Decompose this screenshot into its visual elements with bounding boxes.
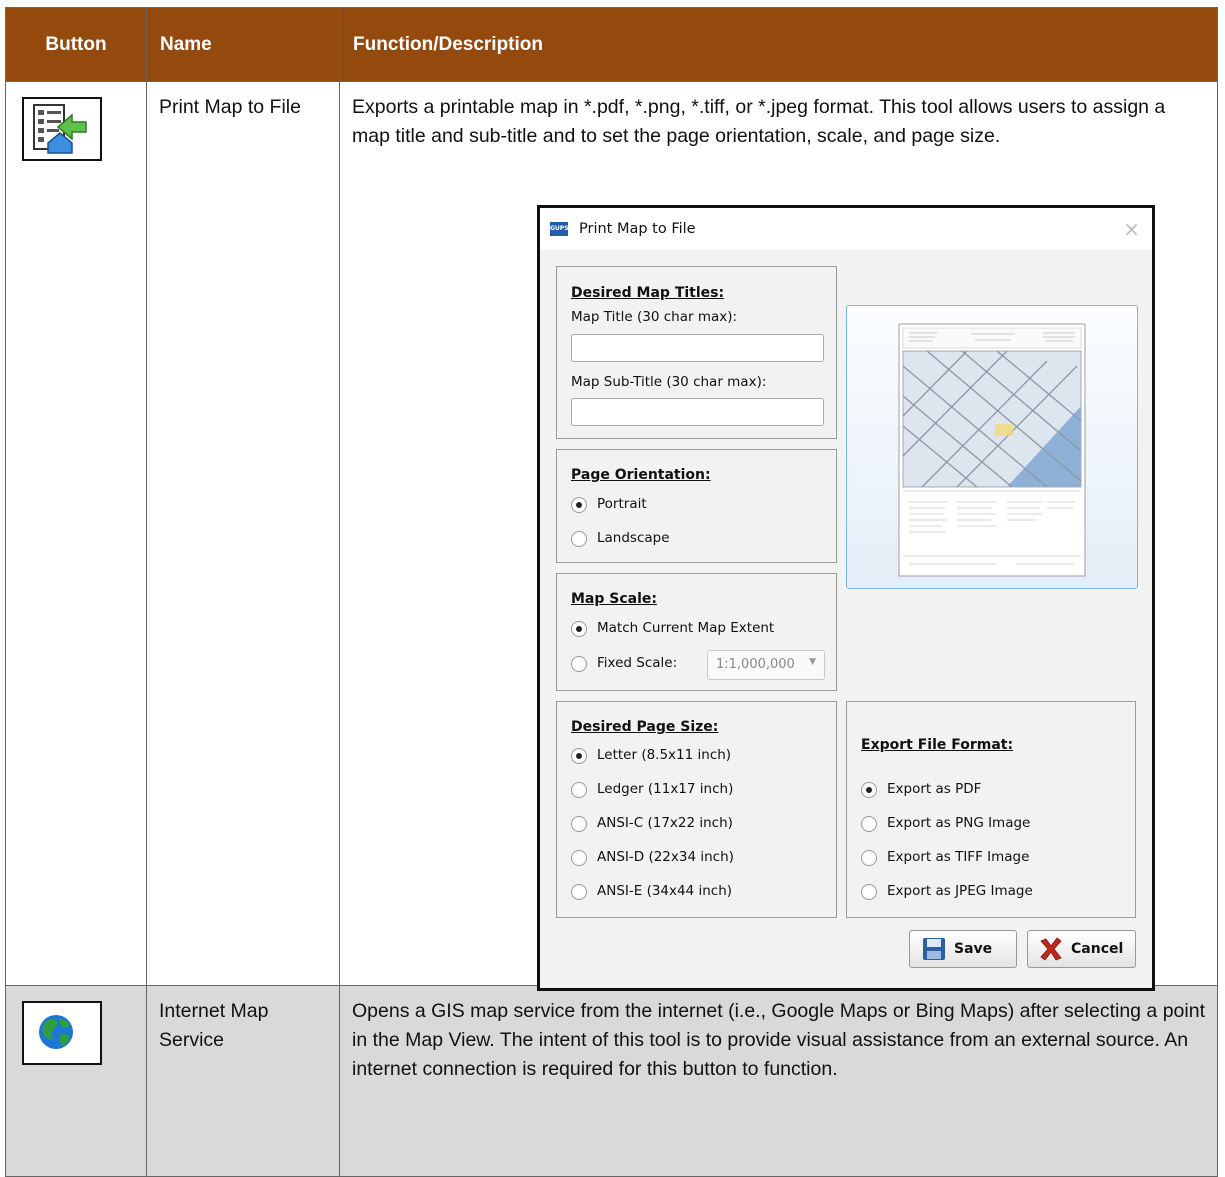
- match-extent-radio[interactable]: [571, 621, 587, 637]
- export-pdf-radio[interactable]: [861, 782, 877, 798]
- map-scale-heading: Map Scale:: [571, 591, 657, 607]
- map-subtitle-input[interactable]: [571, 398, 824, 426]
- letter-label: Letter (8.5x11 inch): [597, 747, 732, 763]
- export-format-heading: Export File Format:: [861, 737, 1014, 753]
- fixed-scale-value: 1:1,000,000: [716, 657, 795, 672]
- ansi-e-radio[interactable]: [571, 884, 587, 900]
- fixed-scale-select[interactable]: 1:1,000,000 ▼: [707, 650, 825, 680]
- table-header-row: Button Name Function/Description: [5, 7, 1218, 82]
- header-name: Name: [146, 7, 340, 82]
- ansi-d-label: ANSI-D (22x34 inch): [597, 849, 734, 865]
- globe-icon: [22, 1001, 102, 1065]
- letter-radio[interactable]: [571, 748, 587, 764]
- dialog-titlebar: GUPS Print Map to File ×: [540, 208, 1152, 250]
- floppy-disk-icon: [923, 938, 945, 960]
- map-title-label: Map Title (30 char max):: [571, 309, 738, 325]
- page-orientation-group: Page Orientation: Portrait Landscape: [556, 449, 837, 563]
- dialog-title: Print Map to File: [579, 221, 696, 237]
- app-logo-icon: GUPS: [550, 222, 569, 236]
- header-button: Button: [5, 7, 147, 82]
- export-tiff-radio[interactable]: [861, 850, 877, 866]
- map-preview: [846, 305, 1138, 589]
- print-map-dialog: GUPS Print Map to File × Desired Map Tit…: [537, 205, 1155, 991]
- header-description: Function/Description: [339, 7, 1218, 82]
- export-tiff-label: Export as TIFF Image: [887, 849, 1030, 865]
- map-titles-group: Desired Map Titles: Map Title (30 char m…: [556, 266, 837, 439]
- button-cell: [5, 985, 147, 1177]
- chevron-down-icon: ▼: [809, 657, 816, 667]
- page-size-group: Desired Page Size: Letter (8.5x11 inch) …: [556, 701, 837, 918]
- cancel-label: Cancel: [1071, 941, 1124, 957]
- close-icon[interactable]: ×: [1123, 217, 1140, 241]
- landscape-label: Landscape: [597, 530, 670, 546]
- export-png-label: Export as PNG Image: [887, 815, 1031, 831]
- map-title-input[interactable]: [571, 334, 824, 362]
- tool-description: Opens a GIS map service from the interne…: [339, 985, 1218, 1177]
- cancel-button[interactable]: Cancel: [1027, 930, 1136, 968]
- fixed-scale-radio[interactable]: [571, 656, 587, 672]
- portrait-label: Portrait: [597, 496, 647, 512]
- tool-name: Internet Map Service: [146, 985, 340, 1177]
- ansi-c-label: ANSI-C (17x22 inch): [597, 815, 733, 831]
- export-png-radio[interactable]: [861, 816, 877, 832]
- match-extent-label: Match Current Map Extent: [597, 620, 775, 636]
- page-size-heading: Desired Page Size:: [571, 719, 719, 735]
- page-orientation-heading: Page Orientation:: [571, 467, 711, 483]
- tool-description: Exports a printable map in *.pdf, *.png,…: [352, 96, 1166, 147]
- ansi-e-label: ANSI-E (34x44 inch): [597, 883, 733, 899]
- cancel-x-icon: [1040, 937, 1062, 961]
- map-titles-heading: Desired Map Titles:: [571, 285, 725, 301]
- save-button[interactable]: Save: [909, 930, 1017, 968]
- map-preview-image: [898, 323, 1086, 577]
- print-map-to-file-icon: [22, 97, 102, 161]
- export-jpeg-label: Export as JPEG Image: [887, 883, 1033, 899]
- export-format-group: Export File Format: Export as PDF Export…: [846, 701, 1136, 918]
- map-scale-group: Map Scale: Match Current Map Extent Fixe…: [556, 573, 837, 691]
- save-label: Save: [954, 941, 993, 957]
- fixed-scale-label: Fixed Scale:: [597, 655, 678, 671]
- ledger-radio[interactable]: [571, 782, 587, 798]
- portrait-radio[interactable]: [571, 497, 587, 513]
- ledger-label: Ledger (11x17 inch): [597, 781, 734, 797]
- ansi-d-radio[interactable]: [571, 850, 587, 866]
- export-pdf-label: Export as PDF: [887, 781, 982, 797]
- landscape-radio[interactable]: [571, 531, 587, 547]
- export-jpeg-radio[interactable]: [861, 884, 877, 900]
- ansi-c-radio[interactable]: [571, 816, 587, 832]
- table-row: Internet Map Service Opens a GIS map ser…: [5, 985, 1218, 1177]
- map-subtitle-label: Map Sub-Title (30 char max):: [571, 374, 767, 390]
- button-cell: [5, 81, 147, 986]
- tool-name: Print Map to File: [146, 81, 340, 986]
